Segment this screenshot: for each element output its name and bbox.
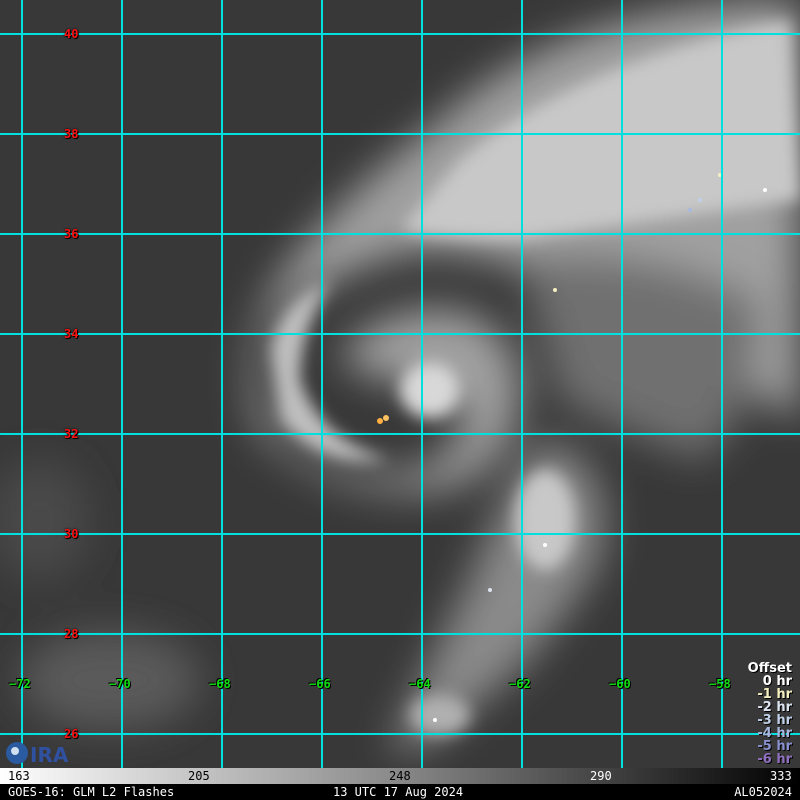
legend-item: -6 hr — [757, 752, 792, 767]
latitude-label: 30 — [64, 527, 79, 541]
longitude-label: −58 — [709, 677, 731, 691]
colorbar-tick: 163 — [8, 769, 30, 783]
colorbar-tick: 333 — [770, 769, 792, 783]
longitude-label: −66 — [309, 677, 331, 691]
latitude-label: 32 — [64, 427, 79, 441]
latitude-label: 34 — [64, 327, 79, 341]
satellite-map-viewer: 40 38 36 34 32 30 28 26 −72 −70 −68 −66 −64 −62 −60 −5… — [0, 0, 800, 800]
longitude-label: −68 — [209, 677, 231, 691]
longitude-label: −70 — [109, 677, 131, 691]
colorbar-tick: 205 — [188, 769, 210, 783]
footer-bar: GOES-16: GLM L2 Flashes 13 UTC 17 Aug 20… — [0, 784, 800, 800]
product-name: GOES-16: GLM L2 Flashes — [8, 785, 175, 799]
longitude-label: −62 — [509, 677, 531, 691]
longitude-label: −72 — [9, 677, 31, 691]
colorbar-tick: 290 — [590, 769, 612, 783]
flash-offset-legend: Offset 0 hr -1 hr -2 hr -3 hr -4 hr -5 hr -6 h… — [748, 662, 792, 766]
longitude-label: −60 — [609, 677, 631, 691]
longitude-label: −64 — [409, 677, 431, 691]
satellite-imagery — [0, 0, 800, 768]
cira-logo: IRA — [4, 740, 74, 767]
svg-text:IRA: IRA — [30, 743, 69, 766]
latitude-label: 38 — [64, 127, 79, 141]
latitude-label: 26 — [64, 727, 79, 741]
latitude-label: 40 — [64, 27, 79, 41]
timestamp: 13 UTC 17 Aug 2024 — [333, 785, 464, 799]
colorbar-tick: 248 — [389, 769, 411, 783]
latitude-label: 28 — [64, 627, 79, 641]
latitude-label: 36 — [64, 227, 79, 241]
storm-id: AL052024 — [734, 785, 792, 799]
